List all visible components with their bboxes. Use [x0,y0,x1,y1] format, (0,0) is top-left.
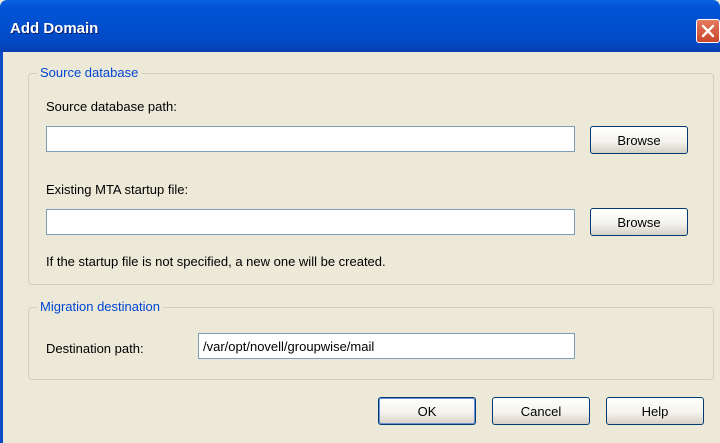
ok-button[interactable]: OK [378,397,476,425]
browse-database-button[interactable]: Browse [590,126,688,154]
mta-startup-file-label: Existing MTA startup file: [46,182,189,197]
title-bar[interactable]: Add Domain [0,0,720,52]
startup-file-note: If the startup file is not specified, a … [46,254,386,269]
mta-startup-file-input[interactable] [46,209,575,235]
destination-path-label: Destination path: [46,341,144,356]
dialog-body: Source database Source database path: Br… [0,52,720,443]
cancel-button[interactable]: Cancel [492,397,590,425]
destination-path-input[interactable] [198,333,575,359]
source-database-legend: Source database [37,65,142,80]
source-database-path-input[interactable] [46,126,575,152]
dialog-title: Add Domain [10,20,99,37]
close-button[interactable] [696,19,720,43]
close-icon [701,24,715,38]
browse-mta-file-button[interactable]: Browse [590,208,688,236]
help-button[interactable]: Help [606,397,704,425]
migration-destination-legend: Migration destination [37,299,163,314]
source-database-path-label: Source database path: [46,99,177,114]
